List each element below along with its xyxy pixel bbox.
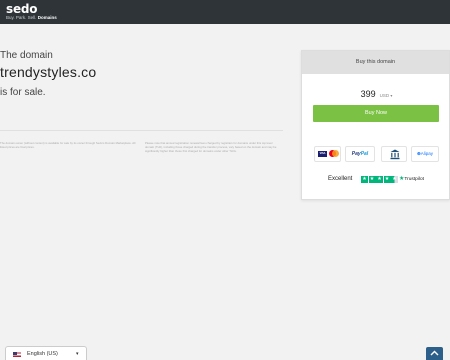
- bank-icon: [390, 149, 400, 160]
- tagline-bold: Domains: [37, 15, 57, 20]
- logo-tagline: Buy. Park. Sell. Domains: [6, 15, 57, 20]
- disclaimer-left: The domain owner (without content) is av…: [0, 141, 136, 149]
- domain-name: trendystyles.co: [0, 64, 97, 80]
- currency-label: USD: [379, 93, 390, 98]
- disclaimer-right: Please note that annual registration ren…: [145, 141, 277, 153]
- hero-suffix: is for sale.: [0, 87, 46, 98]
- alipay-icon: ⊕Alipay: [411, 146, 439, 162]
- card-payment-icon: VISA: [314, 146, 341, 162]
- tagline-text: Buy. Park. Sell.: [6, 15, 37, 20]
- payment-methods: VISA PayPal ⊕Alipay: [314, 146, 440, 162]
- price-value: 399: [360, 89, 376, 99]
- chevron-up-icon: [430, 350, 439, 356]
- star-icon: ★: [383, 176, 391, 183]
- top-bar: sedo Buy. Park. Sell. Domains: [0, 0, 450, 24]
- us-flag-icon: [13, 352, 21, 357]
- price-row: 399 USD ▾: [302, 89, 450, 99]
- visa-icon: VISA: [318, 151, 327, 157]
- language-selector[interactable]: English (US) ▾: [5, 346, 87, 360]
- rating-text: Excellent: [328, 176, 353, 182]
- star-icon: ★: [376, 176, 383, 183]
- buy-domain-card: Buy this domain 399 USD ▾ Buy Now VISA Pa…: [301, 50, 450, 200]
- hero-intro: The domain: [0, 50, 53, 61]
- half-star-icon: ★: [391, 176, 398, 183]
- rating-stars: ★ ★ ★ ★ ★: [361, 176, 399, 183]
- star-icon: ★: [361, 176, 368, 183]
- language-label: English (US): [27, 351, 58, 357]
- currency-select[interactable]: USD ▾: [380, 93, 393, 98]
- scroll-to-top-button[interactable]: [426, 347, 443, 360]
- trustpilot-rating[interactable]: Excellent ★ ★ ★ ★ ★ ★Trustpilot: [302, 175, 450, 185]
- chevron-down-icon: ▾: [76, 351, 79, 357]
- paypal-text-a: Pay: [351, 151, 361, 157]
- buy-now-button[interactable]: Buy Now: [313, 105, 439, 122]
- paypal-icon: PayPal: [345, 146, 375, 162]
- alipay-label: Alipay: [420, 151, 434, 156]
- chevron-down-icon: ▾: [390, 93, 393, 98]
- card-header: Buy this domain: [302, 51, 449, 74]
- mastercard-icon: [329, 150, 339, 158]
- trustpilot-brand: Trustpilot: [404, 177, 424, 182]
- star-icon: ★: [368, 176, 376, 183]
- paypal-text-b: Pal: [360, 151, 369, 157]
- trustpilot-logo: ★Trustpilot: [399, 175, 424, 184]
- sedo-logo[interactable]: sedo: [6, 3, 38, 15]
- bank-transfer-icon: [381, 146, 407, 162]
- divider: [0, 130, 283, 131]
